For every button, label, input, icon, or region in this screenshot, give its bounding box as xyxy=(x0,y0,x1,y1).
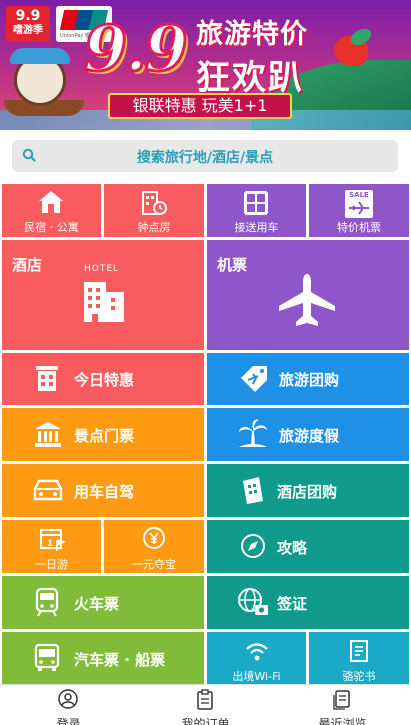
tile-today-deals[interactable]: 今日特惠 xyxy=(2,353,204,405)
globe-camera-icon xyxy=(238,588,268,615)
tile-bus-ship-label: 汽车票 · 船票 xyxy=(74,651,166,669)
search-input[interactable]: 搜索旅行地/酒店/景点 xyxy=(12,140,398,172)
banner-big-number: 9.9 xyxy=(83,11,190,87)
hotel-deal-icon xyxy=(36,366,58,391)
car-icon xyxy=(33,479,63,501)
nav-my-orders[interactable]: 我的订单 xyxy=(137,685,274,725)
nav-login[interactable]: 登录 xyxy=(0,685,137,725)
hotel-sign-text: HOTEL xyxy=(84,264,120,274)
tile-cheap-flights[interactable]: SALE 特价机票 xyxy=(309,184,409,237)
tile-hotel[interactable]: 酒店 HOTEL xyxy=(2,240,204,350)
tile-flights[interactable]: 机票 xyxy=(207,240,409,350)
train-icon xyxy=(35,587,59,617)
nav-recent-label: 最近浏览 xyxy=(318,717,367,725)
tile-minsu-label: 民宿 · 公寓 xyxy=(24,221,79,234)
nav-recent[interactable]: 最近浏览 xyxy=(274,685,411,725)
palm-tree-icon xyxy=(239,419,267,447)
tile-visa[interactable]: 签证 xyxy=(207,576,409,629)
tile-tickets-label: 景点门票 xyxy=(74,427,135,445)
tile-wifi[interactable]: 出境Wi-Fi xyxy=(207,632,306,685)
tile-flights-label: 机票 xyxy=(217,256,248,274)
tile-minsu[interactable]: 民宿 · 公寓 xyxy=(2,184,101,237)
building-clock-icon xyxy=(142,191,167,215)
promo-banner[interactable]: 9.9 嗜游季 UnionPay 银联 9.9 旅游特价 狂欢趴 银联特惠 玩美… xyxy=(0,0,411,130)
wifi-icon xyxy=(246,643,268,661)
tile-group-tour-label: 旅游团购 xyxy=(279,371,340,389)
tile-wifi-label: 出境Wi-Fi xyxy=(232,670,281,683)
hotel-building-icon xyxy=(84,282,124,322)
coin-icon xyxy=(143,527,165,549)
festival-logo-number: 9.9 xyxy=(15,8,41,24)
user-icon xyxy=(58,689,78,709)
tile-hotel-label: 酒店 xyxy=(12,256,43,274)
house-icon xyxy=(39,191,63,213)
compass-icon xyxy=(241,534,265,558)
bus-icon xyxy=(34,643,60,671)
tile-camel-book-label: 骆驼书 xyxy=(342,670,376,683)
tile-hourly-room[interactable]: 钟点房 xyxy=(104,184,204,237)
tile-today-deals-label: 今日特惠 xyxy=(74,371,135,389)
banner-character-hat xyxy=(10,48,70,64)
tile-group-tour[interactable]: 旅游团购 xyxy=(207,353,409,405)
tile-one-yuan-label: 一元夺宝 xyxy=(132,558,176,571)
tile-airport-transfer-label: 接送用车 xyxy=(234,221,279,234)
tile-one-yuan[interactable]: 一元夺宝 xyxy=(104,520,204,573)
tile-car-rental[interactable]: 用车自驾 xyxy=(2,464,204,517)
tile-guides[interactable]: 攻略 xyxy=(207,520,409,573)
nav-my-orders-label: 我的订单 xyxy=(181,717,230,725)
tile-vacation-label: 旅游度假 xyxy=(279,427,340,445)
tile-tickets[interactable]: 景点门票 xyxy=(2,408,204,461)
nav-login-label: 登录 xyxy=(56,717,81,725)
transfer-icon xyxy=(244,191,268,215)
tag-plane-icon xyxy=(241,366,267,392)
history-list-icon xyxy=(333,690,350,710)
tile-bus-ship[interactable]: 汽车票 · 船票 xyxy=(2,632,204,685)
sale-badge: SALE xyxy=(349,191,369,199)
tile-guides-label: 攻略 xyxy=(277,539,308,557)
tile-one-day-tour-label: 一日游 xyxy=(35,558,68,571)
tile-vacation[interactable]: 旅游度假 xyxy=(207,408,409,461)
bottom-nav: 登录 我的订单 最近浏览 xyxy=(0,684,411,725)
book-icon xyxy=(350,640,368,662)
search-placeholder: 搜索旅行地/酒店/景点 xyxy=(136,150,274,166)
banner-sub-slogan: 银联特惠 玩美1+1 xyxy=(108,93,292,119)
tile-car-rental-label: 用车自驾 xyxy=(74,483,135,501)
search-area: 搜索旅行地/酒店/景点 xyxy=(0,130,411,182)
svg-text:1: 1 xyxy=(47,539,53,549)
plane-icon xyxy=(349,201,369,215)
tile-airport-transfer[interactable]: 接送用车 xyxy=(207,184,306,237)
tile-cheap-flights-label: 特价机票 xyxy=(337,221,381,234)
banner-slogan-line1: 旅游特价 xyxy=(196,19,308,50)
festival-logo-text: 嗜游季 xyxy=(13,25,43,36)
clipboard-icon xyxy=(197,689,213,710)
tile-visa-label: 签证 xyxy=(277,595,308,613)
tile-camel-book[interactable]: 骆驼书 xyxy=(309,632,409,685)
festival-logo: 9.9 嗜游季 xyxy=(6,6,50,42)
banner-slogan-line2: 狂欢趴 xyxy=(196,58,304,98)
tile-train-label: 火车票 xyxy=(74,595,120,613)
tile-hotel-group-label: 酒店团购 xyxy=(277,483,338,501)
calendar-flag-icon: 1 xyxy=(40,529,65,551)
hotel-coupon-icon xyxy=(243,477,263,504)
airplane-icon xyxy=(279,274,335,326)
sale-ticket-icon: SALE xyxy=(345,190,373,218)
tile-train[interactable]: 火车票 xyxy=(2,576,204,629)
tile-hotel-group[interactable]: 酒店团购 xyxy=(207,464,409,517)
tile-hourly-room-label: 钟点房 xyxy=(137,221,171,234)
temple-icon xyxy=(35,422,61,447)
tile-one-day-tour[interactable]: 1 一日游 xyxy=(2,520,101,573)
